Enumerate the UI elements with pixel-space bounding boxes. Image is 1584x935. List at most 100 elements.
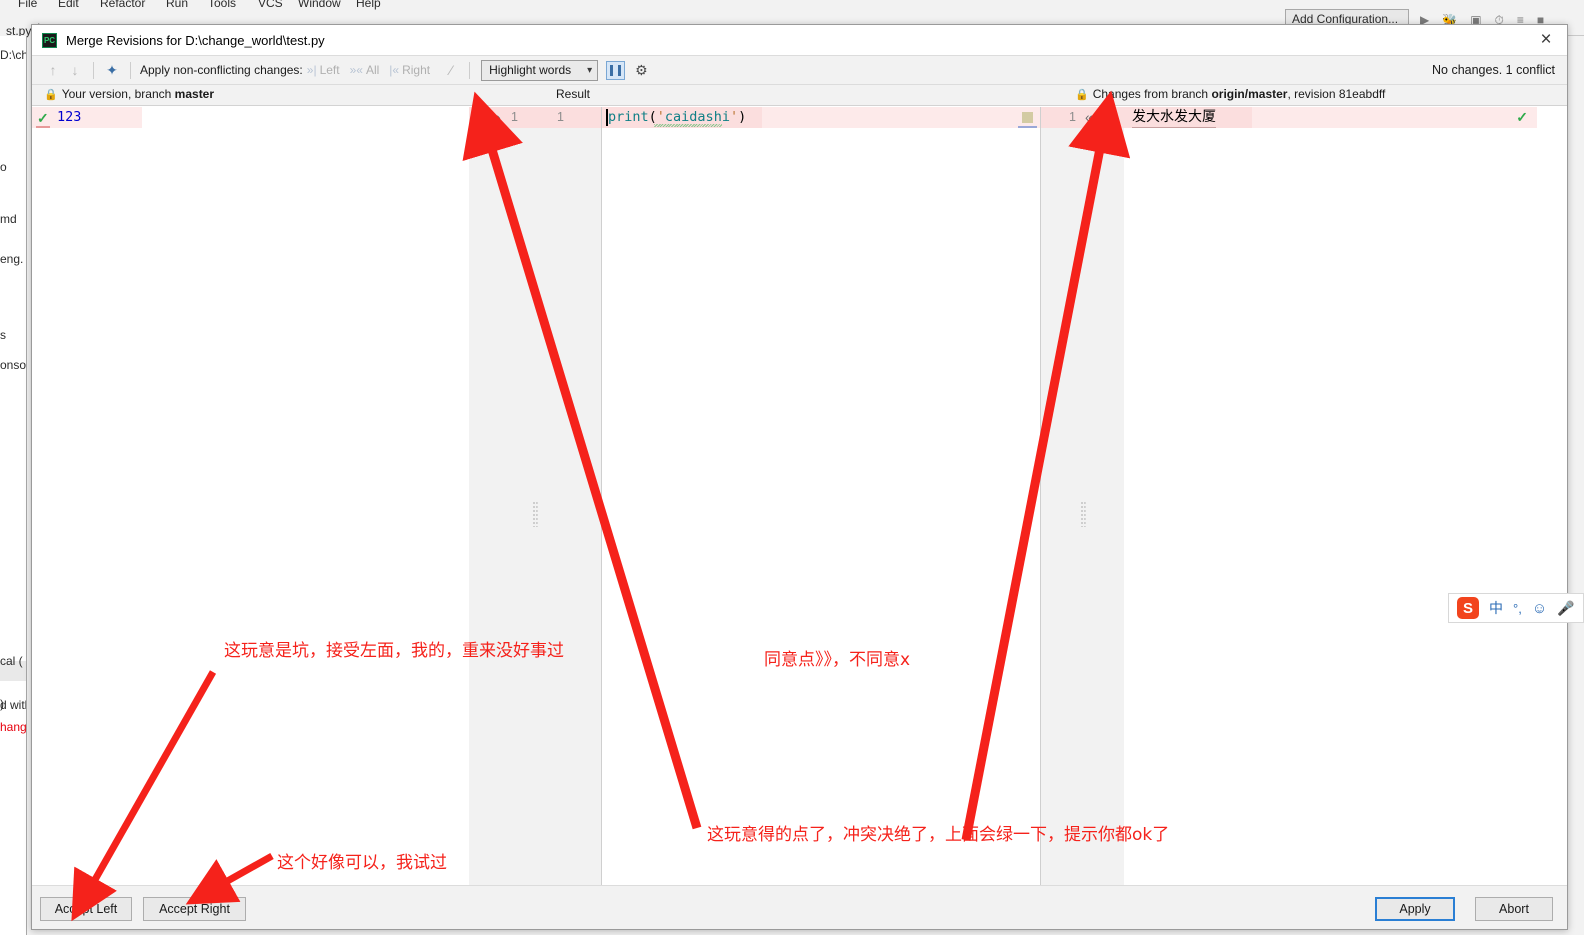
menu-item-run[interactable]: Run xyxy=(166,0,188,10)
left-editor-pane[interactable]: ✓ 123 xyxy=(32,107,469,887)
right-divider-handle[interactable] xyxy=(1080,501,1085,527)
reject-left-change-icon[interactable]: × xyxy=(476,107,484,128)
apply-button[interactable]: Apply xyxy=(1375,897,1455,921)
left-divider-conflict-row xyxy=(469,107,601,128)
bg-fragment-8: d with xyxy=(0,698,26,712)
menu-item-file[interactable]: File xyxy=(18,0,37,10)
bg-fragment-6: cal ( xyxy=(0,654,23,668)
apply-right-icon: |« xyxy=(389,63,400,77)
accept-right-change-icon[interactable]: « xyxy=(1085,107,1093,128)
toolbar-separator-1 xyxy=(93,61,94,79)
bg-fragment-1: D:\ch xyxy=(0,48,26,62)
left-line-number: 1 xyxy=(511,110,518,124)
result-panel-header: Result xyxy=(556,87,591,101)
highlight-mode-select[interactable]: Highlight words ▾ xyxy=(481,59,599,81)
chevron-down-icon: ▾ xyxy=(587,64,593,76)
right-panel-branch: origin/master xyxy=(1211,87,1288,101)
menu-item-tools[interactable]: Tools xyxy=(208,0,236,10)
view-bars-glyph xyxy=(610,64,622,76)
apply-all-label: All xyxy=(365,63,380,77)
panel-header-row: 🔒 Your version, branch master Result 🔒 Cha… xyxy=(32,85,1567,106)
dialog-button-bar: Accept Left Accept Right Apply Abort xyxy=(32,885,1567,929)
left-divider-handle[interactable] xyxy=(532,501,538,527)
highlight-mode-value: Highlight words xyxy=(489,63,572,77)
apply-right-label: Right xyxy=(402,63,431,77)
accept-left-button[interactable]: Accept Left xyxy=(40,897,132,921)
bg-fragment-4: s xyxy=(0,328,6,342)
accept-right-button[interactable]: Accept Right xyxy=(143,897,246,921)
code-token-quote-open: ' xyxy=(656,109,665,125)
menu-item-help[interactable]: Help xyxy=(356,0,381,10)
left-code-line-1: 123 xyxy=(57,109,82,125)
apply-right-button[interactable]: |« Right xyxy=(389,63,430,77)
bg-fragment-9: hang xyxy=(0,720,26,734)
ime-punctuation-toggle[interactable]: °, xyxy=(1513,601,1522,616)
bg-fragment-3: eng. xyxy=(0,252,24,266)
toolbar-separator-3 xyxy=(469,61,471,79)
bg-fragment-5: onso xyxy=(0,358,26,372)
result-editor-pane[interactable]: print('caidashi') xyxy=(602,107,1040,887)
ide-panel-divider xyxy=(26,36,27,935)
right-editor-pane[interactable]: 发大水发大厦 ✓ xyxy=(1124,107,1537,887)
menu-item-edit[interactable]: Edit xyxy=(58,0,79,10)
code-token-paren-close: ) xyxy=(738,109,747,125)
microphone-icon[interactable]: 🎤 xyxy=(1557,600,1574,617)
sogou-ime-bar[interactable]: S 中 °, ☺ 🎤 xyxy=(1448,593,1584,623)
right-panel-header-prefix: Changes from branch xyxy=(1092,87,1212,101)
ide-left-panel-sliver: o D:\ch md eng. s onso cal ( ) d with ha… xyxy=(0,36,26,935)
code-token-quote-close: ' xyxy=(729,109,739,125)
reject-right-change-icon[interactable]: × xyxy=(1103,107,1111,128)
code-token-function: print xyxy=(608,109,649,125)
abort-button[interactable]: Abort xyxy=(1475,897,1553,921)
magic-resolve-icon[interactable]: ✦ xyxy=(101,59,123,81)
lock-icon-right: 🔒 xyxy=(1075,89,1089,101)
merge-status-text: No changes. 1 conflict xyxy=(1432,63,1555,77)
bg-fragment-2: md xyxy=(0,212,17,226)
menu-item-window[interactable]: Window xyxy=(298,0,341,10)
change-marker-icon[interactable] xyxy=(1022,112,1033,123)
result-line-number-left: 1 xyxy=(557,110,564,124)
merge-revisions-dialog: Merge Revisions for D:\change_world\test… xyxy=(31,24,1568,930)
code-token-paren-open: ( xyxy=(648,109,657,125)
right-divider-strip: 1 « × xyxy=(1040,107,1124,887)
pycharm-logo-icon xyxy=(42,32,57,48)
accept-left-change-icon[interactable]: » xyxy=(493,107,501,128)
apply-nonconflicting-label: Apply non-conflicting changes: xyxy=(140,63,303,77)
arrow-up-icon[interactable]: ↑ xyxy=(42,59,64,81)
apply-left-icon: »| xyxy=(306,63,317,77)
menu-item-vcs[interactable]: VCS xyxy=(258,0,283,10)
sogou-logo-icon[interactable]: S xyxy=(1457,597,1479,619)
right-accept-check-icon[interactable]: ✓ xyxy=(1516,109,1528,126)
merge-toolbar: ↑ ↓ ✦ Apply non-conflicting changes: »| … xyxy=(32,55,1567,85)
dialog-title-bar: Merge Revisions for D:\change_world\test… xyxy=(32,25,1567,55)
left-panel-header: 🔒 Your version, branch master xyxy=(44,87,214,101)
left-divider-strip: × » 1 1 xyxy=(469,107,602,887)
left-panel-header-prefix: Your version, branch xyxy=(61,87,175,101)
apply-all-icon: »« xyxy=(349,63,363,77)
right-line-number: 1 xyxy=(1069,110,1076,124)
bg-fragment-0: o xyxy=(0,160,7,174)
spellcheck-squiggle xyxy=(654,124,722,127)
ime-language-toggle[interactable]: 中 xyxy=(1489,598,1503,618)
apply-left-button[interactable]: »| Left xyxy=(307,63,340,77)
right-code-line-1: 发大水发大厦 xyxy=(1132,107,1216,128)
lock-icon: 🔒 xyxy=(44,89,58,101)
toolbar-separator-2 xyxy=(130,61,131,79)
left-accept-check-icon[interactable]: ✓ xyxy=(37,110,49,127)
result-change-underline xyxy=(1018,126,1037,128)
dialog-title: Merge Revisions for D:\change_world\test… xyxy=(66,32,325,48)
merge-panes: ✓ 123 × » 1 1 print('caidashi') 1 « × 发大… xyxy=(32,107,1567,887)
code-token-string: caidashi xyxy=(664,109,730,125)
left-change-underline xyxy=(36,126,50,128)
side-by-side-view-icon[interactable] xyxy=(606,60,626,80)
arrow-down-icon[interactable]: ↓ xyxy=(64,59,86,81)
apply-all-button[interactable]: »« All xyxy=(350,63,380,77)
close-icon[interactable]: × xyxy=(1534,29,1558,51)
left-panel-branch: master xyxy=(174,87,215,101)
apply-left-label: Left xyxy=(319,63,340,77)
menu-item-refactor[interactable]: Refactor xyxy=(100,0,145,10)
ignore-whitespace-icon[interactable]: ⁄ xyxy=(440,59,462,81)
right-panel-header-suffix: , revision 81eabdff xyxy=(1287,87,1386,101)
gear-icon[interactable]: ⚙ xyxy=(635,62,648,79)
emoji-icon[interactable]: ☺ xyxy=(1532,600,1547,617)
